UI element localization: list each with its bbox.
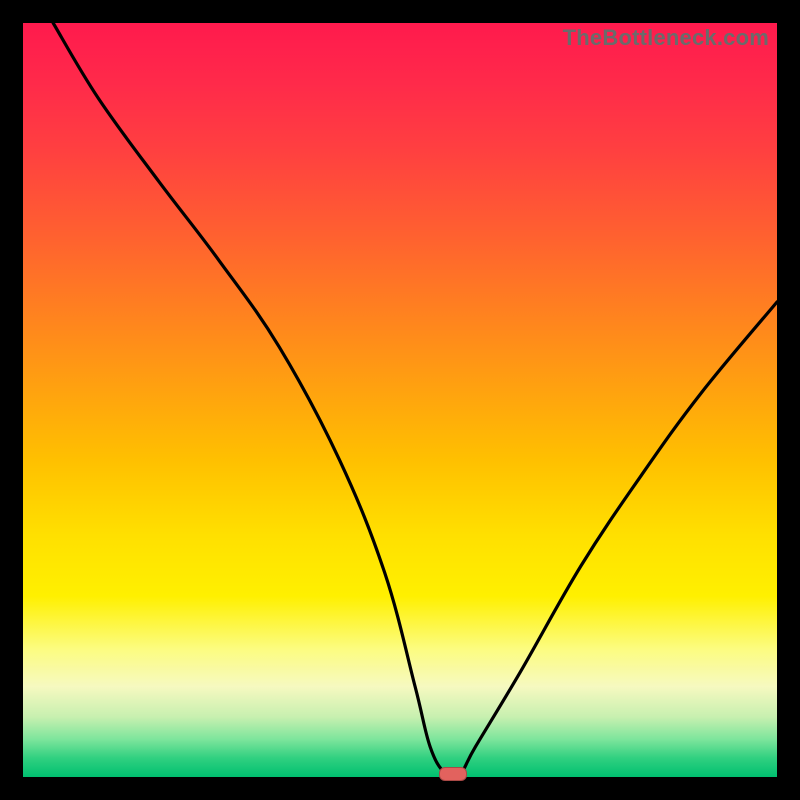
chart-frame: TheBottleneck.com xyxy=(0,0,800,800)
optimal-marker xyxy=(439,767,467,781)
plot-area: TheBottleneck.com xyxy=(23,23,777,777)
bottleneck-curve xyxy=(23,23,777,777)
